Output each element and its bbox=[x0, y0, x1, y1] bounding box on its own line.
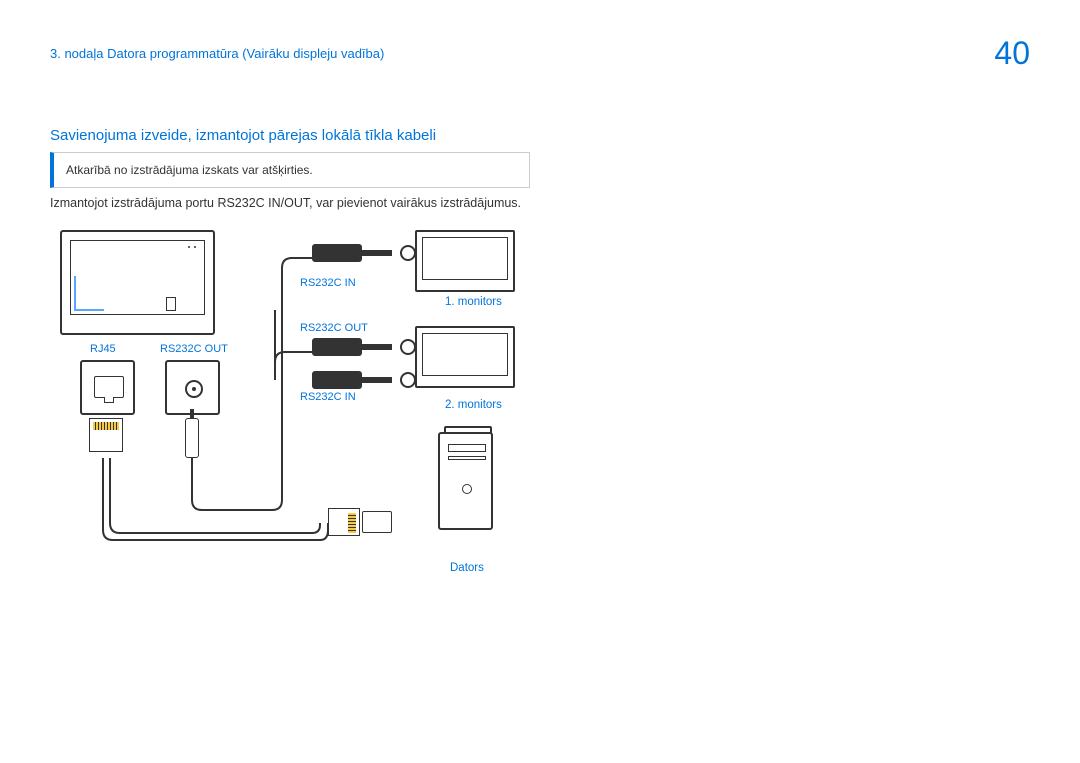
rj45-label: RJ45 bbox=[90, 343, 116, 355]
rs232-plug-vertical bbox=[185, 418, 199, 458]
page-number: 40 bbox=[994, 35, 1030, 72]
main-display-device bbox=[60, 230, 215, 335]
breadcrumb: 3. nodaļa Datora programmatūra (Vairāku … bbox=[50, 46, 384, 61]
monitor-1 bbox=[415, 230, 515, 292]
note-box: Atkarībā no izstrādājuma izskats var atš… bbox=[50, 152, 530, 188]
monitor-2 bbox=[415, 326, 515, 388]
rs232c-in-label-2: RS232C IN bbox=[300, 391, 356, 403]
rj45-port bbox=[80, 360, 135, 415]
rs232c-out-label: RS232C OUT bbox=[160, 343, 228, 355]
monitor-1-label: 1. monitors bbox=[445, 296, 502, 308]
body-text: Izmantojot izstrādājuma portu RS232C IN/… bbox=[50, 196, 1080, 210]
pc-tower bbox=[438, 432, 493, 530]
rs232c-port bbox=[165, 360, 220, 415]
power-button-icon bbox=[462, 484, 472, 494]
jack-ring-icon bbox=[400, 372, 416, 388]
page-header: 3. nodaļa Datora programmatūra (Vairāku … bbox=[0, 0, 1080, 82]
dators-label: Dators bbox=[450, 562, 484, 574]
section-title: Savienojuma izveide, izmantojot pārejas … bbox=[50, 127, 1080, 144]
rs232c-out-label-2: RS232C OUT bbox=[300, 322, 368, 334]
rj45-plug-vertical bbox=[85, 418, 127, 458]
rj45-plug-horizontal bbox=[328, 506, 376, 541]
connection-diagram: RJ45 RS232C OUT bbox=[50, 230, 650, 630]
monitor-2-label: 2. monitors bbox=[445, 399, 502, 411]
jack-ring-icon bbox=[400, 245, 416, 261]
rs232c-in-label-1: RS232C IN bbox=[300, 277, 356, 289]
jack-ring-icon bbox=[400, 339, 416, 355]
